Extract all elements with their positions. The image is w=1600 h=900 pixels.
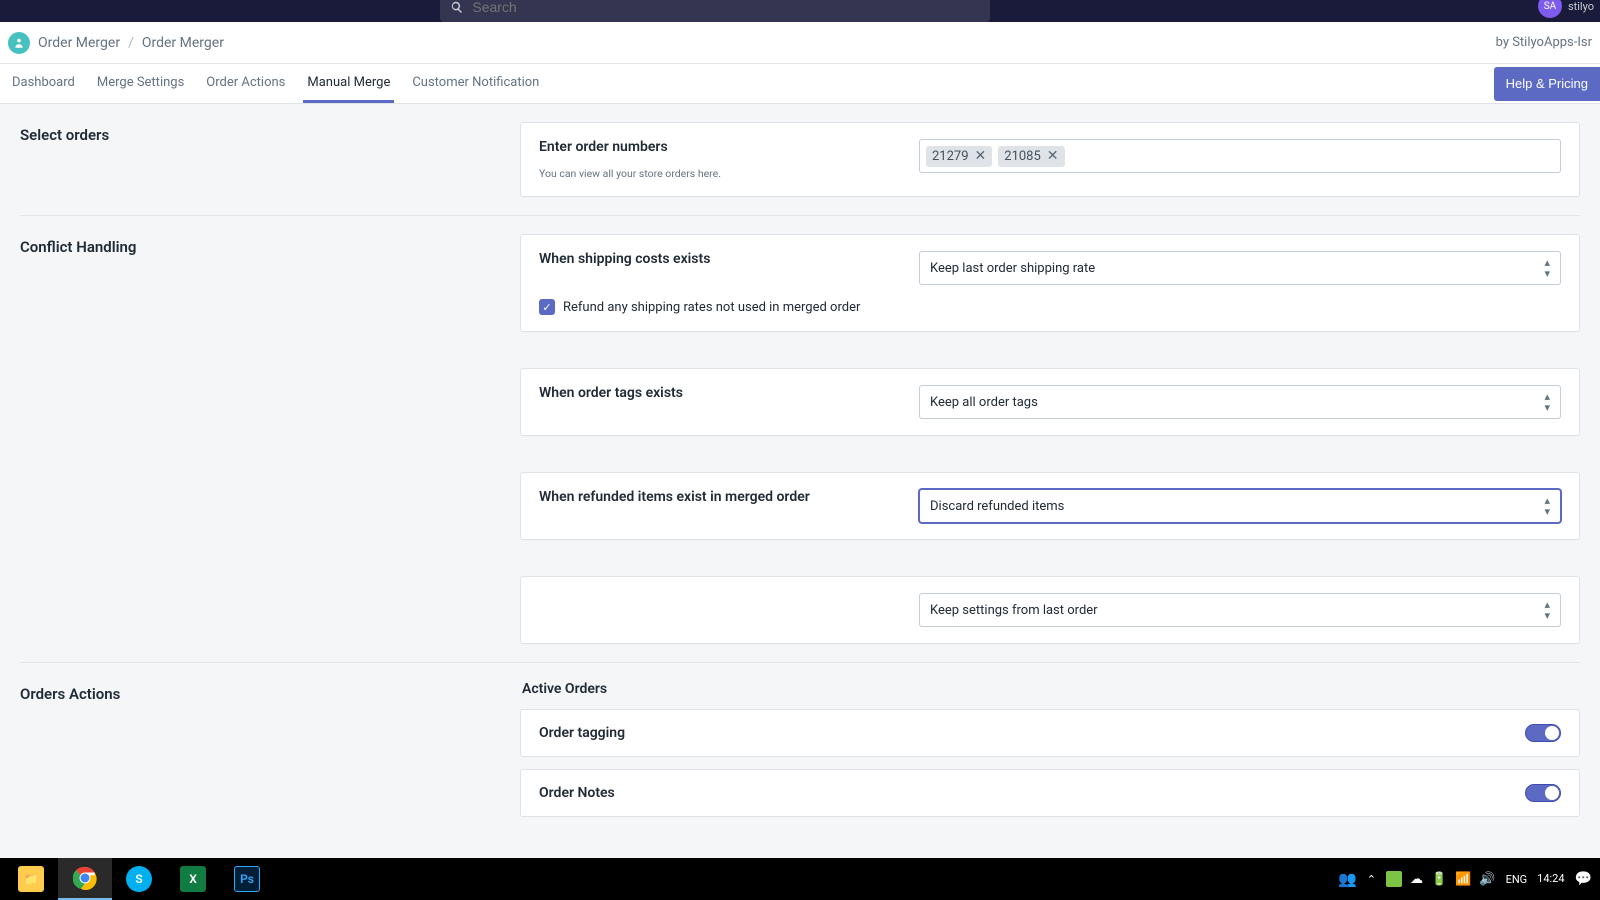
order-numbers-input[interactable]: 21279 ✕ 21085 ✕ (919, 139, 1561, 173)
orders-actions-title: Orders Actions (20, 685, 520, 703)
tab-order-actions[interactable]: Order Actions (202, 64, 289, 103)
order-numbers-helper: You can view all your store orders here. (539, 167, 889, 180)
excel-icon: X (180, 866, 206, 892)
search-input[interactable] (472, 0, 980, 15)
tab-merge-settings[interactable]: Merge Settings (93, 64, 188, 103)
order-tagging-label: Order tagging (539, 725, 625, 741)
breadcrumb-bar: Order Merger / Order Merger by StilyoApp… (0, 22, 1600, 64)
enter-order-numbers-label: Enter order numbers (539, 139, 889, 155)
tray-expand-icon[interactable]: ⌃ (1367, 873, 1376, 886)
taskbar-photoshop[interactable]: Ps (220, 858, 274, 900)
photoshop-icon: Ps (234, 866, 260, 892)
refund-shipping-label: Refund any shipping rates not used in me… (563, 300, 860, 315)
search-icon (450, 0, 464, 15)
shipping-costs-select[interactable]: Keep last order shipping rate ▴▾ (919, 251, 1561, 285)
shopify-top-header: SA stilyo (0, 0, 1600, 22)
battery-icon[interactable]: 🔋 (1431, 872, 1447, 887)
skype-icon: S (126, 866, 152, 892)
breadcrumb-page: Order Merger (142, 35, 224, 51)
section-select-orders: Select orders Enter order numbers You ca… (0, 104, 1600, 215)
select-value: Discard refunded items (930, 499, 1064, 514)
app-icon (8, 32, 30, 54)
chrome-icon (72, 865, 98, 891)
order-tag-label: 21279 (932, 149, 969, 164)
select-value: Keep all order tags (930, 395, 1038, 410)
order-tags-label: When order tags exists (539, 385, 889, 401)
wifi-icon[interactable]: 📶 (1455, 872, 1471, 887)
taskbar-clock[interactable]: 14:24 (1537, 872, 1564, 885)
page-content: Select orders Enter order numbers You ca… (0, 104, 1600, 858)
select-orders-title: Select orders (20, 126, 520, 144)
select-value: Keep last order shipping rate (930, 261, 1095, 276)
language-indicator[interactable]: ENG (1506, 873, 1528, 886)
user-menu[interactable]: SA stilyo (1538, 0, 1594, 18)
shipping-costs-label: When shipping costs exists (539, 251, 889, 267)
select-value: Keep settings from last order (930, 603, 1098, 618)
refunded-items-select[interactable]: Discard refunded items ▴▾ (919, 489, 1561, 523)
remove-tag-icon[interactable]: ✕ (975, 149, 987, 163)
tab-customer-notification[interactable]: Customer Notification (408, 64, 543, 103)
section-conflict-handling: Conflict Handling When shipping costs ex… (0, 216, 1600, 662)
card-order-tagging: Order tagging (520, 709, 1580, 757)
order-notes-toggle[interactable] (1525, 784, 1561, 802)
avatar: SA (1538, 0, 1562, 18)
help-pricing-button[interactable]: Help & Pricing (1494, 67, 1600, 101)
volume-icon[interactable]: 🔊 (1479, 872, 1495, 887)
conflict-title: Conflict Handling (20, 238, 520, 256)
tab-manual-merge[interactable]: Manual Merge (303, 64, 394, 103)
order-tags-select[interactable]: Keep all order tags ▴▾ (919, 385, 1561, 419)
card-order-notes: Order Notes (520, 769, 1580, 817)
people-icon[interactable]: 👥 (1338, 870, 1357, 888)
remove-tag-icon[interactable]: ✕ (1047, 149, 1059, 163)
breadcrumb-app[interactable]: Order Merger (38, 35, 120, 51)
notifications-icon[interactable]: 💬 (1575, 871, 1592, 887)
chevron-updown-icon: ▴▾ (1544, 391, 1550, 413)
tab-dashboard[interactable]: Dashboard (8, 64, 79, 103)
chevron-updown-icon: ▴▾ (1544, 257, 1550, 279)
taskbar-excel[interactable]: X (166, 858, 220, 900)
order-notes-label: Order Notes (539, 785, 615, 801)
card-enter-order-numbers: Enter order numbers You can view all you… (520, 122, 1580, 197)
card-shipping-costs: When shipping costs exists Keep last ord… (520, 234, 1580, 332)
refund-shipping-checkbox[interactable] (539, 299, 555, 315)
order-tag: 21085 ✕ (998, 146, 1064, 167)
chevron-updown-icon: ▴▾ (1544, 599, 1550, 621)
system-tray: ☁ 🔋 📶 🔊 (1386, 871, 1496, 887)
order-tag: 21279 ✕ (926, 146, 992, 167)
taskbar-chrome[interactable] (58, 858, 112, 900)
order-tag-label: 21085 (1004, 149, 1041, 164)
order-tagging-toggle[interactable] (1525, 724, 1561, 742)
settings-source-select[interactable]: Keep settings from last order ▴▾ (919, 593, 1561, 627)
taskbar-file-explorer[interactable]: 📁 (4, 858, 58, 900)
active-orders-label: Active Orders (520, 681, 1580, 697)
chevron-updown-icon: ▴▾ (1544, 495, 1550, 517)
onedrive-icon[interactable]: ☁ (1410, 872, 1423, 887)
refunded-items-label: When refunded items exist in merged orde… (539, 489, 889, 505)
folder-icon: 📁 (18, 866, 44, 892)
tray-app-icon[interactable] (1386, 871, 1402, 887)
app-author: by StilyoApps-Isr (1496, 35, 1592, 50)
section-orders-actions: Orders Actions Active Orders Order taggi… (0, 663, 1600, 835)
card-settings-source: Keep settings from last order ▴▾ (520, 576, 1580, 644)
global-search[interactable] (440, 0, 990, 22)
taskbar-skype[interactable]: S (112, 858, 166, 900)
avatar-name: stilyo (1568, 0, 1594, 13)
card-refunded-items: When refunded items exist in merged orde… (520, 472, 1580, 540)
breadcrumb-separator: / (128, 35, 134, 51)
card-order-tags: When order tags exists Keep all order ta… (520, 368, 1580, 436)
clock-time: 14:24 (1537, 872, 1564, 885)
tabs-bar: Dashboard Merge Settings Order Actions M… (0, 64, 1600, 104)
windows-taskbar: 📁 S X Ps 👥 ⌃ ☁ 🔋 📶 🔊 ENG 14:24 (0, 858, 1600, 900)
